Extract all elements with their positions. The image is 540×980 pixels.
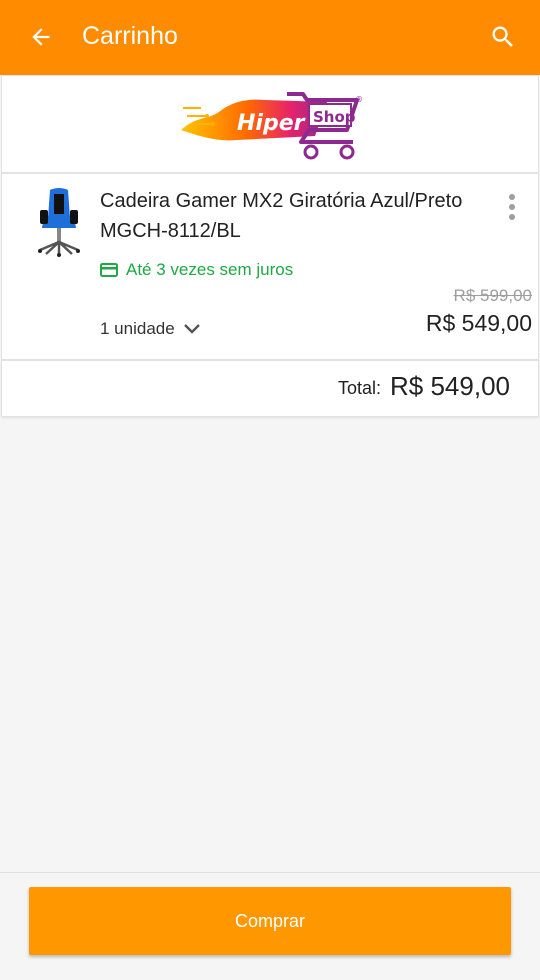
credit-card-icon — [100, 263, 118, 277]
search-icon — [492, 26, 513, 47]
page-title: Carrinho — [82, 22, 178, 50]
back-button[interactable] — [26, 22, 56, 52]
logo-text-hiper: Hiper — [237, 111, 306, 136]
more-vert-icon — [509, 194, 515, 220]
item-price: R$ 549,00 — [425, 310, 532, 336]
product-thumbnail[interactable] — [36, 188, 82, 258]
installments-text: Até 3 vezes sem juros — [126, 260, 294, 279]
product-title[interactable]: Cadeira Gamer MX2 Giratória Azul/Preto M… — [100, 186, 495, 246]
hiper-shop-logo: Hiper Shop ® — [177, 86, 367, 166]
app-bar: Carrinho — [0, 0, 540, 75]
arrow-left-icon — [32, 28, 50, 46]
old-price: R$ 599,00 — [453, 286, 532, 305]
store-logo-card: Hiper Shop ® — [1, 75, 539, 173]
item-menu-button[interactable] — [500, 190, 524, 224]
chevron-down-icon — [183, 324, 200, 334]
quantity-label: 1 unidade — [100, 319, 175, 338]
logo-registered-mark: ® — [355, 95, 363, 104]
total-label: Total: — [338, 378, 382, 398]
search-button[interactable] — [488, 22, 518, 52]
logo-text-shop: Shop — [313, 108, 356, 126]
buy-button[interactable]: Comprar — [29, 887, 511, 955]
total-value: R$ 549,00 — [390, 371, 510, 401]
installments-info: Até 3 vezes sem juros — [100, 258, 293, 282]
quantity-selector[interactable]: 1 unidade — [100, 316, 201, 342]
